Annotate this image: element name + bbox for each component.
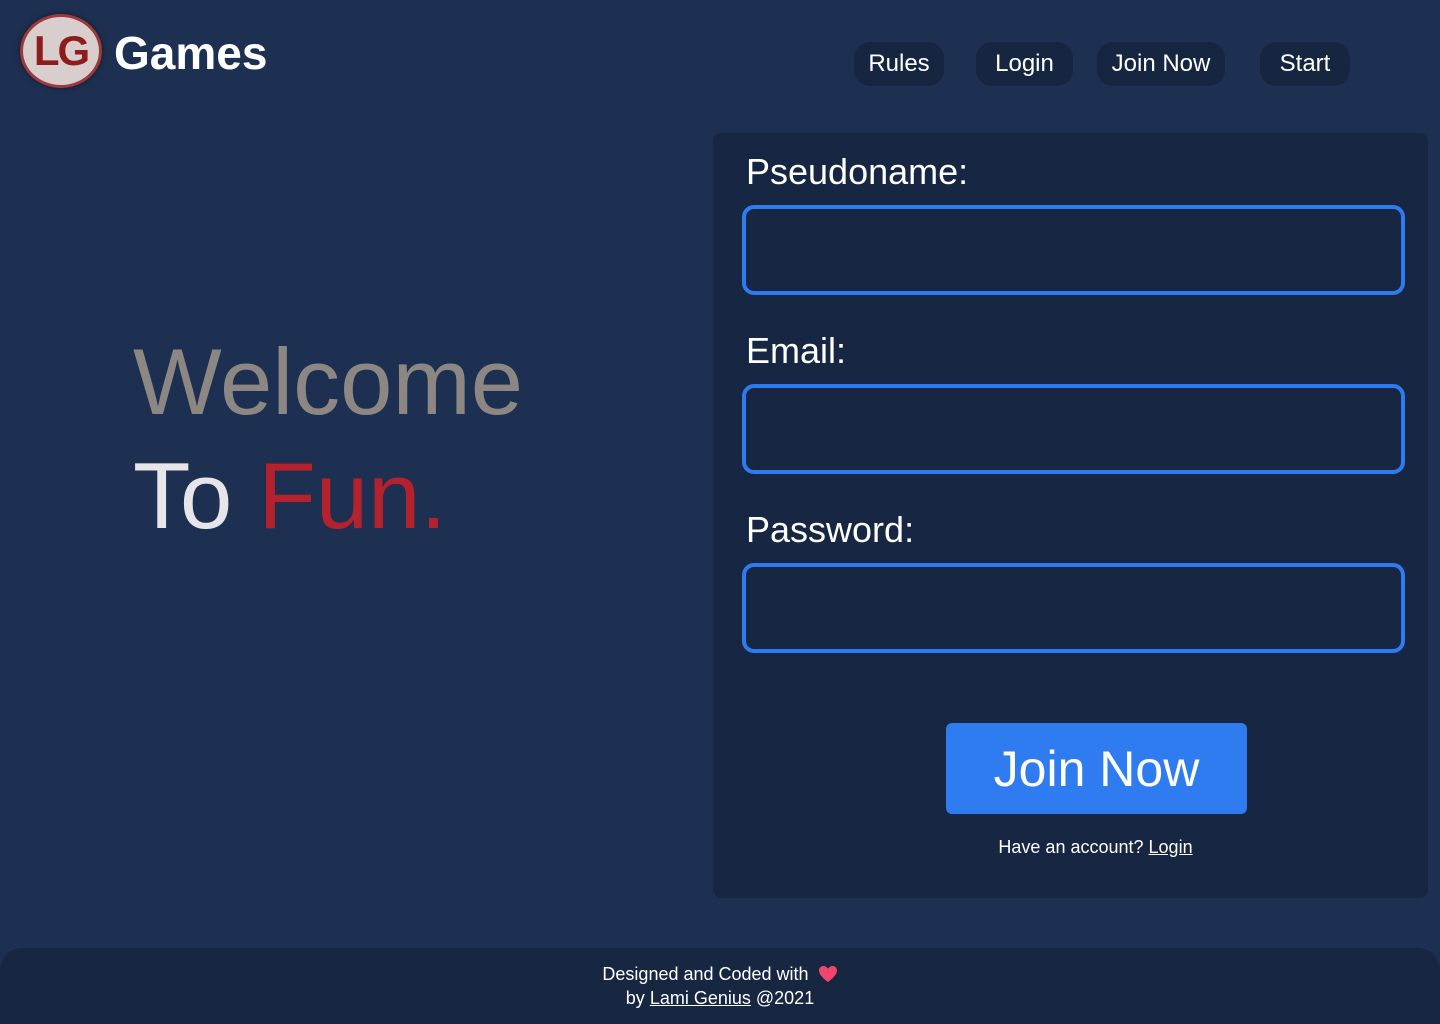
nav-join-now-button[interactable]: Join Now bbox=[1097, 42, 1225, 86]
nav-start-button[interactable]: Start bbox=[1260, 42, 1350, 86]
have-account-line: Have an account? Login bbox=[713, 837, 1440, 858]
signup-panel: Pseudoname: Email: Password: Join Now Ha… bbox=[713, 133, 1428, 898]
top-nav: Rules Login Join Now Start bbox=[0, 42, 1440, 86]
footer-author-line: by Lami Genius @2021 bbox=[0, 988, 1440, 1009]
password-input[interactable] bbox=[742, 563, 1405, 653]
footer-credit-line: Designed and Coded with bbox=[0, 964, 1440, 988]
pseudoname-label: Pseudoname: bbox=[746, 151, 969, 192]
footer-year-text: @2021 bbox=[755, 988, 815, 1008]
hero-tagline: To Fun. bbox=[133, 444, 447, 547]
email-input[interactable] bbox=[742, 384, 1405, 474]
password-label: Password: bbox=[746, 509, 915, 550]
pseudoname-input[interactable] bbox=[742, 205, 1405, 295]
heart-icon bbox=[818, 965, 838, 988]
nav-rules-button[interactable]: Rules bbox=[854, 42, 944, 86]
footer-by-text: by bbox=[625, 988, 645, 1008]
join-now-submit-button[interactable]: Join Now bbox=[946, 723, 1247, 814]
footer: Designed and Coded with by Lami Genius @… bbox=[0, 948, 1440, 1024]
hero-welcome-text: Welcome bbox=[133, 329, 524, 434]
have-account-text: Have an account? bbox=[998, 837, 1144, 857]
hero-fun-text: Fun. bbox=[258, 443, 447, 548]
author-link[interactable]: Lami Genius bbox=[650, 988, 751, 1008]
hero-to-text: To bbox=[133, 443, 233, 548]
email-label: Email: bbox=[746, 330, 847, 371]
nav-login-button[interactable]: Login bbox=[976, 42, 1073, 86]
login-link[interactable]: Login bbox=[1149, 837, 1193, 857]
footer-designed-text: Designed and Coded with bbox=[602, 964, 809, 984]
